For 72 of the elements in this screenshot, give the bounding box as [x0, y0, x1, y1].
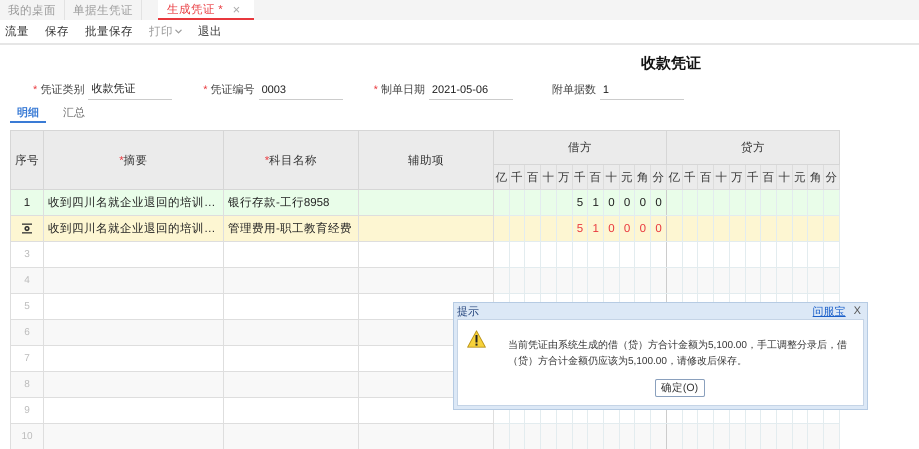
column-header: 亿 [666, 164, 682, 190]
dialog-title: 提示 [457, 304, 480, 318]
digit-cell: 5 [572, 190, 588, 216]
column-header: 十 [604, 164, 620, 190]
field-label: 附单据数 [552, 83, 596, 98]
input-field[interactable]: 收款凭证 [88, 81, 172, 100]
tab[interactable]: 明细 [10, 103, 46, 123]
column-header: 分 [650, 164, 666, 190]
column-header: 分 [824, 164, 840, 190]
ok-button[interactable]: 确定(O) [654, 379, 704, 397]
column-header: 贷方 [666, 130, 840, 164]
input-field[interactable]: 1 [600, 84, 684, 100]
input-field[interactable]: 0003 [258, 84, 343, 100]
column-header: 借方 [494, 130, 666, 164]
column-header: 角 [634, 164, 651, 190]
field-label: * 凭证编号 [203, 83, 255, 98]
column-header: 百 [588, 164, 604, 190]
digit-cell: 0 [650, 216, 666, 242]
digit-cell: 0 [619, 190, 635, 216]
close-button[interactable]: X [854, 305, 861, 317]
field-label: * 凭证类别 [33, 83, 84, 98]
toolbar-button[interactable]: 保存 [44, 24, 70, 39]
column-header: 角 [808, 164, 824, 190]
toolbar-button[interactable]: 退出 [197, 24, 223, 39]
digit-cell: 0 [634, 190, 651, 216]
field-label: * 制单日期 [374, 83, 425, 98]
row-number: 4 [10, 268, 44, 294]
row-number: 1 [10, 190, 44, 216]
column-header: 百 [524, 164, 541, 190]
column-header: 百 [760, 164, 777, 190]
voucher-title: 收款凭证 [641, 54, 701, 74]
row-number: 6 [10, 320, 44, 346]
column-header: *摘要 [44, 130, 224, 190]
column-header: 万 [556, 164, 572, 190]
column-header: *科目名称 [224, 130, 358, 190]
column-header: 元 [619, 164, 635, 190]
column-header: 十 [714, 164, 730, 190]
table-cell: 收到四川名就企业退回的培训… [44, 190, 224, 216]
column-header: 序号 [10, 130, 44, 190]
table-cell: 银行存款-工行8958 [224, 190, 358, 216]
column-header: 十 [540, 164, 556, 190]
digit-cell: 5 [572, 216, 588, 242]
row-number: 10 [10, 424, 44, 449]
toolbar-button[interactable]: 流量 [4, 24, 30, 39]
digit-cell: 1 [588, 190, 604, 216]
row-number: 8 [10, 372, 44, 398]
digit-cell: 0 [619, 216, 635, 242]
column-header: 千 [572, 164, 588, 190]
tab[interactable]: 生成凭证 * × [158, 0, 254, 20]
column-header: 十 [776, 164, 792, 190]
column-header: 千 [682, 164, 698, 190]
column-header: 千 [745, 164, 761, 190]
digit-cell: 1 [588, 216, 604, 242]
table-cell: 收到四川名就企业退回的培训… [44, 216, 224, 242]
digit-cell: 0 [604, 190, 620, 216]
column-header: 千 [509, 164, 525, 190]
toolbar-button[interactable]: 批量保存 [84, 24, 134, 39]
column-header: 万 [729, 164, 746, 190]
dialog-message: 当前凭证由系统生成的借（贷）方合计金额为5,100.00，手工调整分录后，借（贷）方合计金额仍应该为5,100.00，请修改后保存。 [508, 338, 848, 369]
column-header: 百 [698, 164, 714, 190]
digit-cell: 0 [650, 190, 666, 216]
digit-cell: 0 [634, 216, 651, 242]
digit-cell: 0 [604, 216, 620, 242]
column-header: 辅助项 [358, 130, 494, 190]
input-field[interactable]: 2021-05-06 [428, 84, 513, 100]
table-cell: 管理费用-职工教育经费 [224, 216, 358, 242]
warning-icon [467, 330, 486, 348]
row-marker-icon[interactable] [21, 222, 33, 234]
tab[interactable]: 汇总 [56, 103, 92, 123]
column-header: 亿 [494, 164, 510, 190]
column-header: 元 [792, 164, 808, 190]
help-link[interactable]: 问服宝 [812, 304, 846, 318]
